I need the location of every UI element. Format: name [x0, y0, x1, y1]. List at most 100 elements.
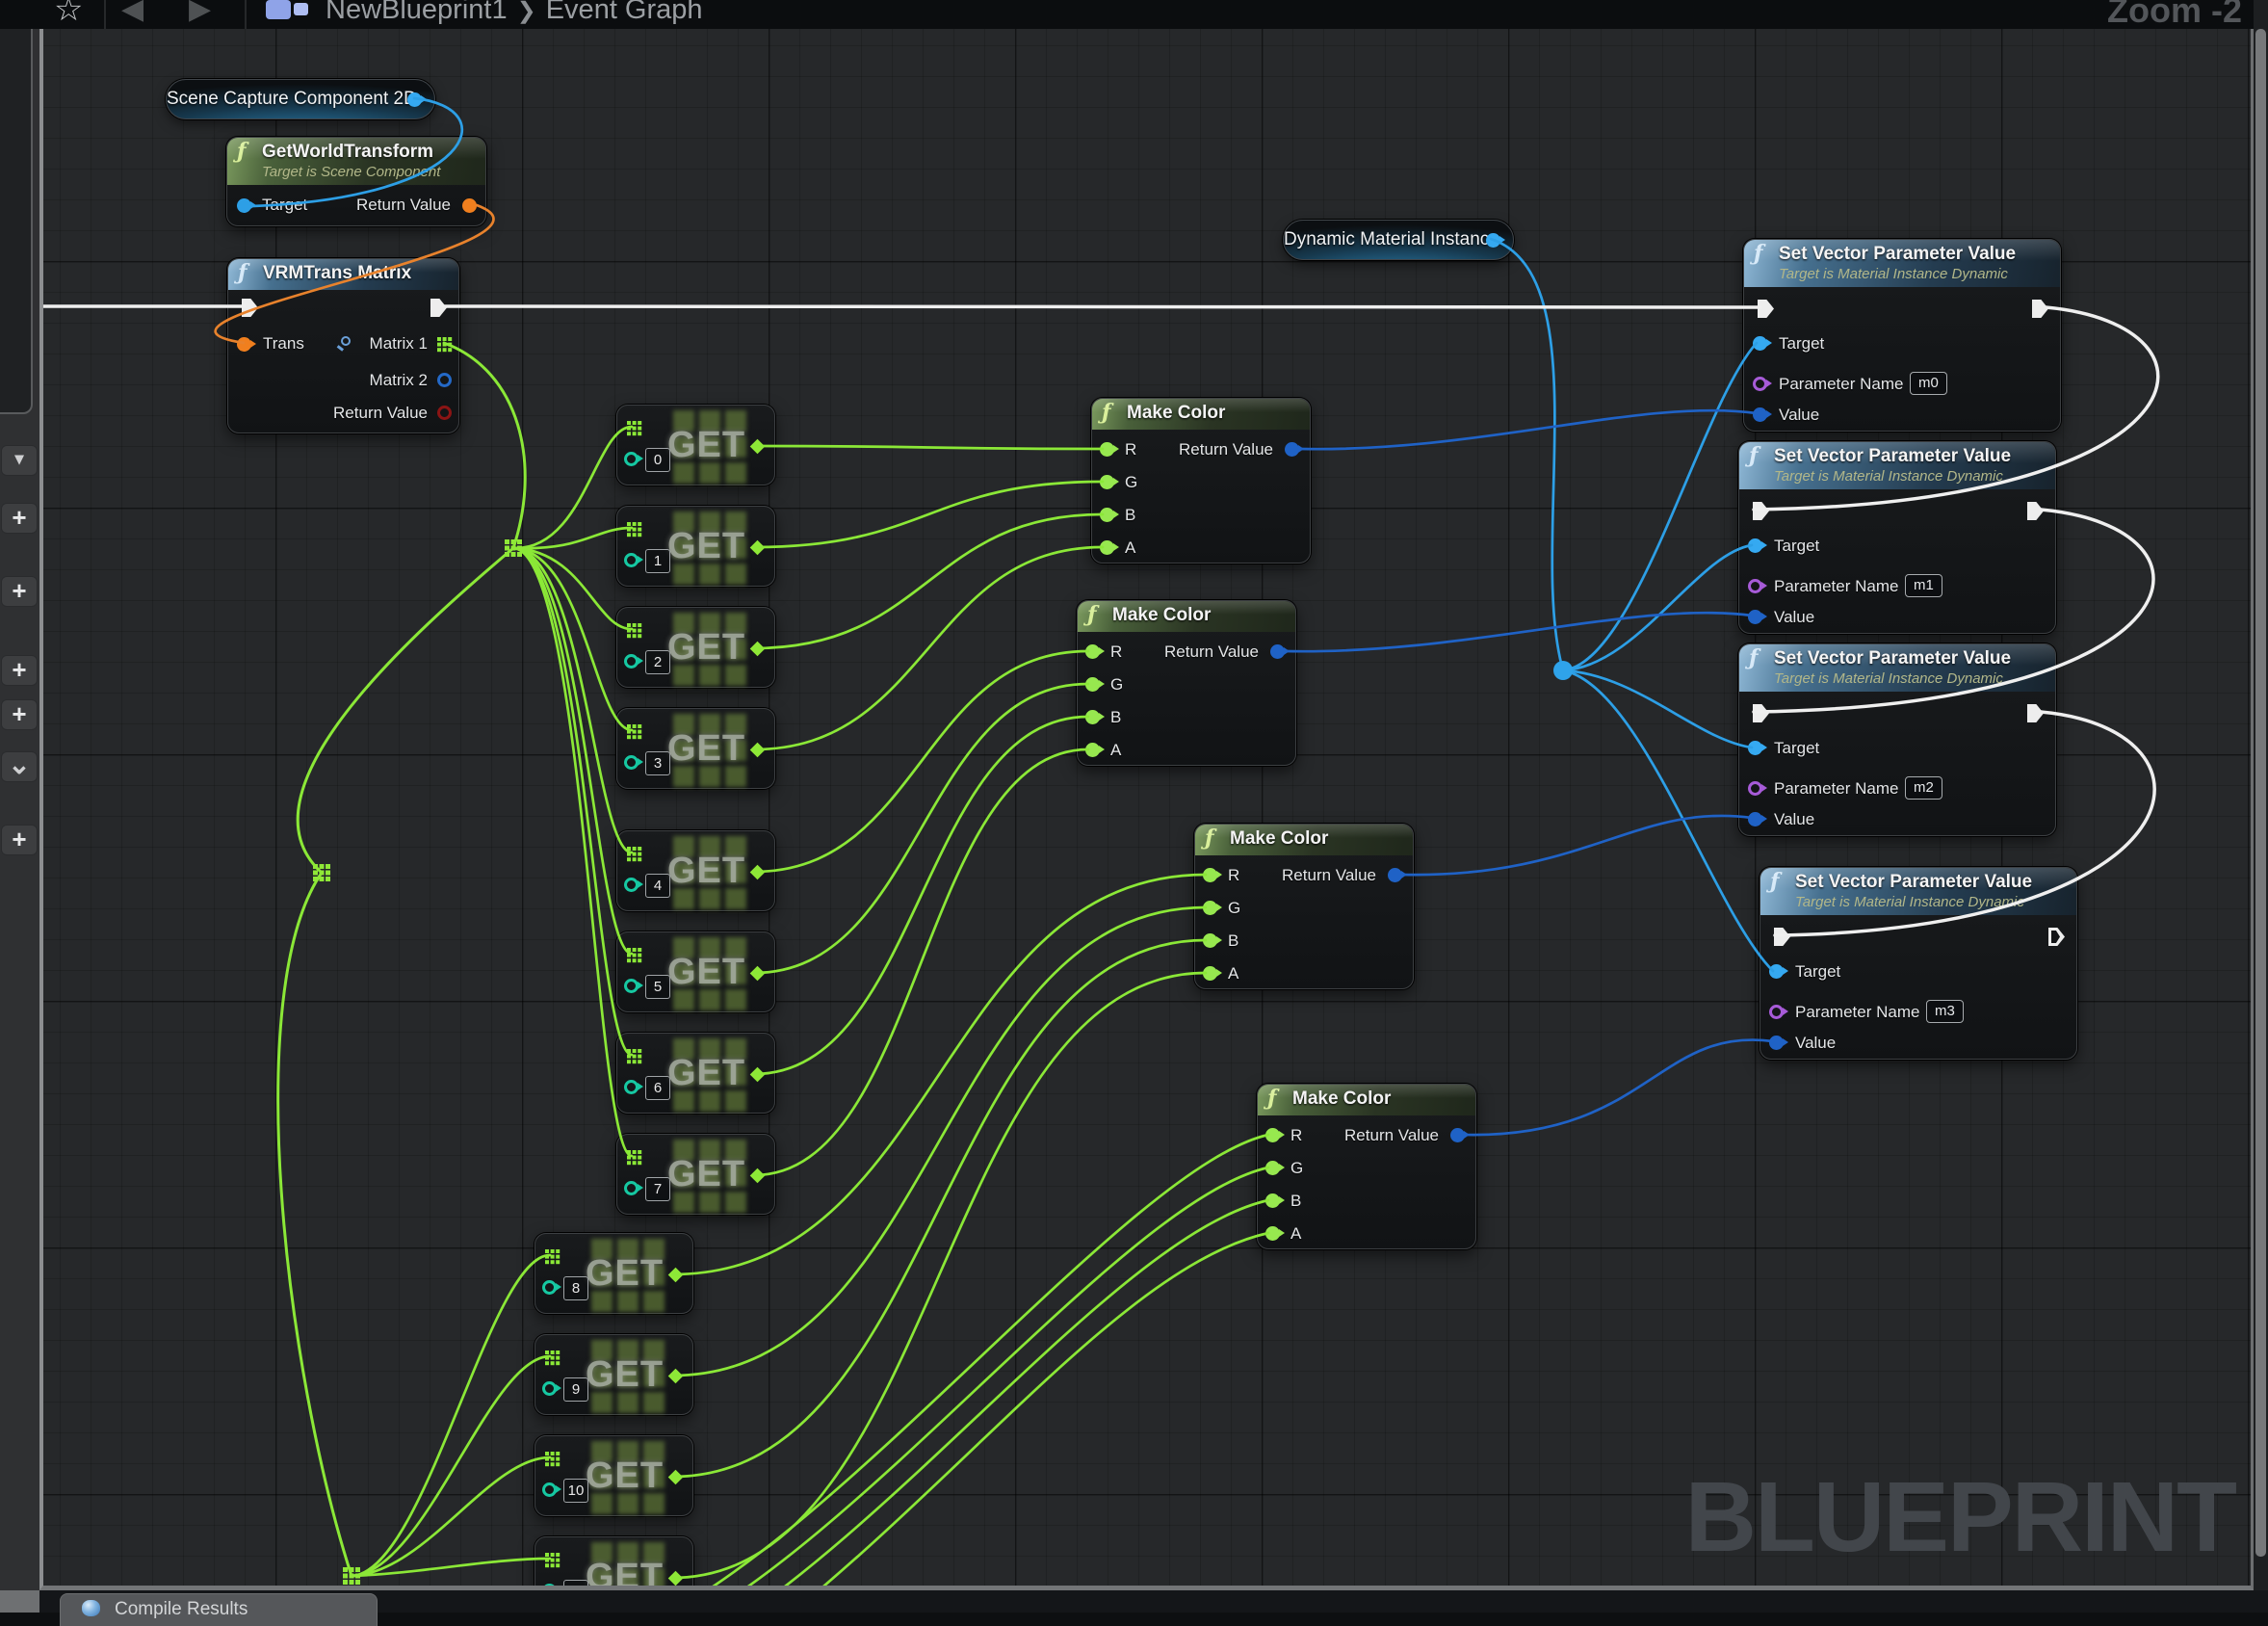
node-array-get-6[interactable]: GET6	[616, 1033, 775, 1114]
index-value-box[interactable]: 10	[563, 1479, 588, 1503]
element-output-pin[interactable]	[668, 1571, 684, 1586]
tab-compile-results[interactable]: Compile Results	[60, 1593, 378, 1626]
index-value-box[interactable]: 8	[563, 1276, 588, 1300]
value-input-pin[interactable]	[1753, 407, 1767, 422]
element-output-pin[interactable]	[750, 439, 766, 455]
reroute-node-r1[interactable]	[505, 539, 509, 544]
node-make-color-4[interactable]: ƒMake ColorRGBAReturn Value	[1257, 1084, 1476, 1249]
index-input-pin[interactable]	[624, 654, 639, 669]
value-input-pin[interactable]	[1748, 610, 1762, 624]
node-array-get-0[interactable]: GET0	[616, 405, 775, 485]
node-make-color-2[interactable]: ƒMake ColorRGBAReturn Value	[1077, 600, 1296, 766]
trans-input-pin[interactable]	[237, 337, 251, 352]
node-get-world-transform[interactable]: ƒGetWorldTransformTarget is Scene Compon…	[226, 137, 486, 226]
add-button-4[interactable]: +	[1, 699, 38, 730]
panel-dropdown-button[interactable]: ▾	[1, 445, 38, 476]
vertical-scrollbar[interactable]	[2254, 0, 2268, 1590]
target-input-pin[interactable]	[237, 198, 251, 213]
index-value-box[interactable]: 7	[645, 1177, 670, 1201]
node-make-color-3[interactable]: ƒMake ColorRGBAReturn Value	[1194, 824, 1414, 989]
element-output-pin[interactable]	[750, 1168, 766, 1184]
reroute-node-rb[interactable]	[1553, 661, 1573, 680]
g-input-pin[interactable]	[1085, 677, 1100, 692]
index-value-box[interactable]: 6	[645, 1076, 670, 1100]
r-input-pin[interactable]	[1203, 868, 1217, 882]
reroute-node-r2[interactable]	[313, 864, 318, 869]
array-input-pin[interactable]	[627, 847, 631, 851]
index-value-box[interactable]: 0	[645, 448, 670, 472]
exec-output-pin[interactable]	[430, 299, 447, 317]
node-set-vector-parameter-value-1[interactable]: ƒSet Vector Parameter ValueTarget is Mat…	[1743, 239, 2061, 432]
array-input-pin[interactable]	[627, 724, 631, 728]
array-input-pin[interactable]	[627, 948, 631, 952]
exec-input-pin[interactable]	[1774, 928, 1790, 946]
element-output-pin[interactable]	[668, 1369, 684, 1384]
node-array-get-9[interactable]: GET9	[534, 1334, 693, 1415]
a-input-pin[interactable]	[1100, 540, 1114, 555]
parameter-name-value-box[interactable]: m2	[1905, 776, 1942, 800]
index-value-box[interactable]: 1	[645, 549, 670, 573]
a-input-pin[interactable]	[1265, 1226, 1280, 1241]
favorite-star-icon[interactable]: ☆	[54, 0, 83, 29]
a-input-pin[interactable]	[1085, 743, 1100, 757]
b-input-pin[interactable]	[1085, 710, 1100, 724]
node-set-vector-parameter-value-2[interactable]: ƒSet Vector Parameter ValueTarget is Mat…	[1738, 441, 2056, 634]
array-input-pin[interactable]	[545, 1249, 549, 1253]
index-value-box[interactable]: 2	[645, 650, 670, 674]
node-array-get-8[interactable]: GET8	[534, 1233, 693, 1314]
g-input-pin[interactable]	[1100, 475, 1114, 489]
index-input-pin[interactable]	[542, 1584, 557, 1586]
element-output-pin[interactable]	[750, 743, 766, 758]
index-input-pin[interactable]	[542, 1482, 557, 1497]
exec-output-pin[interactable]	[2032, 300, 2048, 318]
index-input-pin[interactable]	[624, 1181, 639, 1195]
forward-button[interactable]: ▶	[189, 0, 211, 26]
value-input-pin[interactable]	[1748, 812, 1762, 826]
array-input-pin[interactable]	[627, 421, 631, 425]
element-output-pin[interactable]	[750, 642, 766, 657]
node-set-vector-parameter-value-3[interactable]: ƒSet Vector Parameter ValueTarget is Mat…	[1738, 643, 2056, 836]
parameter-name-input-pin[interactable]	[1748, 579, 1762, 593]
node-array-get-3[interactable]: GET3	[616, 708, 775, 789]
target-input-pin[interactable]	[1748, 538, 1762, 553]
b-input-pin[interactable]	[1100, 508, 1114, 522]
target-input-pin[interactable]	[1753, 336, 1767, 351]
parameter-name-input-pin[interactable]	[1753, 377, 1767, 391]
parameter-name-input-pin[interactable]	[1748, 781, 1762, 796]
return-value-output-pin[interactable]	[1388, 868, 1402, 882]
array-input-pin[interactable]	[545, 1452, 549, 1456]
exec-input-pin[interactable]	[1758, 300, 1774, 318]
index-input-pin[interactable]	[624, 979, 639, 993]
variable-node-scene-capture-component-2d[interactable]: Scene Capture Component 2D	[166, 79, 435, 119]
return-value-output-pin[interactable]	[1270, 644, 1285, 659]
node-vrmtrans-matrix[interactable]: ƒVRMTrans MatrixTransMatrix 1Matrix 2Ret…	[227, 258, 459, 433]
return-value-output-pin[interactable]	[437, 406, 452, 420]
node-array-get-10[interactable]: GET10	[534, 1435, 693, 1516]
element-output-pin[interactable]	[750, 865, 766, 880]
index-input-pin[interactable]	[542, 1381, 557, 1396]
element-output-pin[interactable]	[750, 966, 766, 982]
reroute-node-r3[interactable]	[343, 1567, 348, 1572]
node-make-color-1[interactable]: ƒMake ColorRGBAReturn Value	[1091, 398, 1311, 564]
index-input-pin[interactable]	[542, 1280, 557, 1295]
element-output-pin[interactable]	[668, 1268, 684, 1283]
target-input-pin[interactable]	[1748, 741, 1762, 755]
return-value-output-pin[interactable]	[1450, 1128, 1465, 1142]
array-input-pin[interactable]	[627, 1049, 631, 1053]
index-value-box[interactable]: 9	[563, 1377, 588, 1402]
parameter-name-value-box[interactable]: m1	[1905, 574, 1942, 597]
breadcrumb-blueprint[interactable]: NewBlueprint1	[326, 0, 508, 25]
return-value-output-pin[interactable]	[462, 198, 477, 213]
node-array-get-4[interactable]: GET4	[616, 830, 775, 911]
variable-node-dynamic-material-instance[interactable]: Dynamic Material Instance	[1283, 220, 1514, 260]
breadcrumb-graph[interactable]: Event Graph	[546, 0, 703, 25]
index-input-pin[interactable]	[624, 878, 639, 892]
array-input-pin[interactable]	[627, 623, 631, 627]
array-input-pin[interactable]	[627, 522, 631, 526]
array-input-pin[interactable]	[545, 1351, 549, 1354]
add-button-2[interactable]: +	[1, 576, 38, 607]
b-input-pin[interactable]	[1265, 1193, 1280, 1208]
parameter-name-value-box[interactable]: m0	[1910, 372, 1947, 395]
element-output-pin[interactable]	[750, 540, 766, 556]
back-button[interactable]: ◀	[121, 0, 143, 26]
